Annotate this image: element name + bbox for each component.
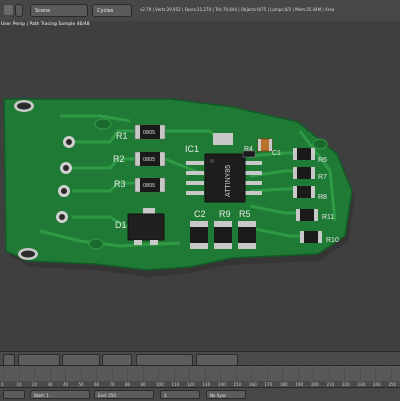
timeline-gridline [266, 366, 268, 381]
scene-icon[interactable] [15, 4, 23, 17]
end-value: 250 [108, 393, 116, 398]
resistor-r11 [296, 209, 318, 221]
resistor-r7 [293, 167, 315, 179]
timeline-gridline [127, 366, 128, 381]
silk-label-r6: R6 [318, 157, 327, 164]
info-header: Scene Cycles Render v2.79 | Verts:29,952… [0, 0, 400, 27]
timeline-gridline [251, 366, 252, 381]
sync-label: No Sync [210, 393, 227, 398]
current-frame-field[interactable]: 1 [160, 390, 200, 399]
view-menu[interactable] [3, 390, 25, 399]
timeline-gridline [49, 366, 51, 381]
timeline[interactable]: 0 10 20 30 40 50 60 70 80 90 100 110 120 130 140 150 160… [0, 365, 400, 388]
timeline-gridline [344, 366, 345, 381]
timeline-gridline [158, 366, 159, 381]
timeline-gridline [3, 366, 4, 381]
timeline-gridline [80, 366, 82, 381]
timeline-gridline [328, 366, 330, 381]
timeline-footer: Start: 1 End: 250 1 No Sync [0, 387, 400, 401]
resistor-r4 [242, 150, 256, 158]
timeline-gridline [220, 366, 221, 381]
timeline-gridline [34, 366, 35, 381]
scene-selector[interactable]: Scene [30, 4, 88, 17]
timeline-gridline [390, 366, 392, 381]
3d-viewport[interactable]: User Persp | Path Tracing Sample 46/48 R… [0, 21, 400, 351]
resistor-r5 [238, 221, 256, 249]
resistor-code: 0805 [143, 130, 155, 136]
start-label: Start [34, 393, 44, 398]
silk-label-r9: R9 [219, 209, 231, 219]
timeline-gridline [282, 366, 283, 381]
timeline-gridline [235, 366, 237, 381]
sync-selector[interactable]: No Sync [206, 390, 246, 399]
resistor-code: 0805 [143, 157, 155, 163]
silk-label-r2: R2 [113, 154, 125, 164]
render-engine-selector[interactable]: Cycles Render [92, 4, 132, 27]
end-frame-field[interactable]: End: 250 [94, 390, 154, 399]
resistor-r1: 0805 [134, 124, 166, 140]
scene-statistics: v2.79 | Verts:29,952 | Faces:21,274 | Tr… [140, 7, 335, 12]
silk-label-r8: R8 [318, 194, 327, 201]
timeline-gridline [297, 366, 299, 381]
resistor-r8 [293, 186, 315, 198]
pcb-render: R1 R2 R3 D1 IC1 C2 R9 R5 R4 C1 R6 R7 R8 … [3, 98, 355, 277]
timeline-gridline [96, 366, 97, 381]
resistor-r2: 0805 [134, 151, 166, 167]
resistor-r9 [214, 221, 232, 249]
timeline-gridline [204, 366, 206, 381]
resistor-r10 [300, 231, 322, 243]
capacitor-c2 [190, 221, 208, 249]
diode-d1 [127, 208, 165, 245]
resistor-code: 0805 [143, 183, 155, 189]
silk-label-c1: C1 [272, 150, 281, 157]
timeline-gridline [111, 366, 113, 381]
current-frame: 1 [164, 393, 167, 398]
silk-label-r7: R7 [318, 174, 327, 181]
resistor-r6 [293, 148, 315, 160]
scene-label: Scene [35, 8, 51, 14]
start-value: 1 [46, 393, 49, 398]
silk-label-r3: R3 [114, 179, 126, 189]
chip-marking: ATTINY85 [225, 165, 232, 197]
timeline-gridline [313, 366, 314, 381]
capacitor-c1 [257, 138, 273, 152]
timeline-gridline [65, 366, 66, 381]
silk-label-r1: R1 [116, 131, 128, 141]
timeline-gridline [18, 366, 20, 381]
editor-type-icon[interactable] [4, 5, 13, 15]
silk-label-r10: R10 [326, 237, 339, 244]
timeline-gridline [189, 366, 190, 381]
silk-label-r5: R5 [239, 209, 251, 219]
start-frame-field[interactable]: Start: 1 [30, 390, 90, 399]
silk-label-c2: C2 [194, 209, 206, 219]
viewport-header: Object Mode Rendered Global RenderLayer [0, 351, 400, 372]
end-label: End [98, 393, 106, 398]
timeline-gridline [359, 366, 361, 381]
silk-label-d1: D1 [115, 220, 127, 230]
timeline-gridline [142, 366, 144, 381]
resistor-r3: 0805 [134, 177, 166, 193]
timeline-gridline [375, 366, 376, 381]
ic1-chip: ATTINY85 [204, 153, 246, 203]
silk-label-r11: R11 [322, 214, 334, 221]
timeline-gridline [173, 366, 175, 381]
silk-label-ic1: IC1 [185, 144, 199, 154]
